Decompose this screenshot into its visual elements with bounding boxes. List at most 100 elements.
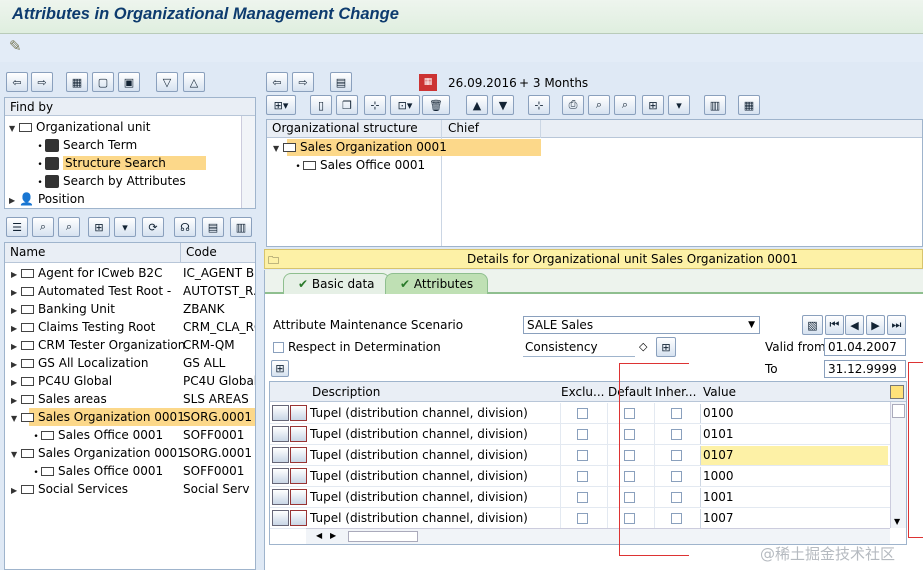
print-icon[interactable]: ⎙ (562, 95, 584, 115)
hitlist-row[interactable]: ▶ Agent for ICweb B2C (11, 264, 162, 282)
attribute-value-field[interactable]: 0107 (700, 446, 888, 465)
hitlist-row[interactable]: ▶ CRM Tester Organization (11, 336, 185, 354)
default-checkbox[interactable] (624, 429, 635, 440)
horizontal-scrollbar[interactable]: ◀ ▶ (306, 528, 890, 544)
move-down-icon[interactable]: ▼ (492, 95, 514, 115)
inherited-checkbox[interactable] (671, 471, 682, 482)
structure-row[interactable]: ▼ Sales Organization 0001 (273, 138, 447, 156)
scenario-select[interactable]: SALE Sales ▼ (523, 316, 760, 334)
column-settings-icon[interactable] (890, 385, 904, 399)
new-document-icon[interactable]: ▯ (310, 95, 332, 115)
delete-row-button[interactable] (290, 489, 307, 505)
hierarchy-icon[interactable]: ⊹ (364, 95, 386, 115)
exclusive-checkbox[interactable] (577, 513, 588, 524)
col-name-header[interactable]: Name (10, 245, 45, 259)
assign-menu-icon[interactable]: ⊡▾ (390, 95, 420, 115)
back-arrow-icon[interactable]: ⇦ (6, 72, 28, 92)
col-chief[interactable]: Chief (448, 121, 479, 135)
structure-row[interactable]: • Sales Office 0001 (293, 156, 425, 174)
col-code-header[interactable]: Code (186, 245, 217, 259)
add-row-button[interactable] (272, 447, 289, 463)
expand-down-icon[interactable]: ▼ (9, 120, 19, 138)
forward-arrow-icon[interactable]: ⇨ (31, 72, 53, 92)
delete-row-button[interactable] (290, 447, 307, 463)
expand-right-icon[interactable]: ▶ (9, 192, 19, 210)
exclusive-checkbox[interactable] (577, 492, 588, 503)
vertical-scrollbar[interactable]: ▼ (890, 402, 906, 528)
inherited-checkbox[interactable] (671, 408, 682, 419)
col-description[interactable]: Description (312, 385, 380, 399)
expand-right-icon[interactable]: ▶ (11, 482, 21, 500)
insert-row-icon[interactable]: ⊞ (642, 95, 664, 115)
filter-icon[interactable]: ▾ (114, 217, 136, 237)
hitlist-row[interactable]: ▶ Automated Test Root - (11, 282, 171, 300)
copy-icon[interactable]: ❐ (336, 95, 358, 115)
col-org-structure[interactable]: Organizational structure (272, 121, 418, 135)
grid-icon[interactable]: ▦ (66, 72, 88, 92)
structure-icon[interactable]: ⊹ (528, 95, 550, 115)
print-list-icon[interactable]: ▤ (202, 217, 224, 237)
overview-icon[interactable]: ▤ (330, 72, 352, 92)
expand-down-icon[interactable]: ▼ (11, 446, 21, 464)
find-next-icon[interactable]: ⌕ (58, 217, 80, 237)
attribute-value-field[interactable]: 0101 (700, 425, 888, 444)
delete-row-button[interactable] (290, 468, 307, 484)
display-icon[interactable]: ▧ (802, 315, 823, 335)
exclusive-checkbox[interactable] (577, 471, 588, 482)
col-default[interactable]: Default (608, 385, 652, 399)
calendar-icon[interactable]: ▦ (419, 74, 437, 91)
hitlist-row[interactable]: ▶ PC4U Global (11, 372, 112, 390)
default-checkbox[interactable] (624, 492, 635, 503)
insert-line-icon[interactable]: ⊞ (271, 360, 289, 377)
expand-down-icon[interactable]: ▼ (11, 410, 21, 428)
exclusive-checkbox[interactable] (577, 450, 588, 461)
respect-checkbox[interactable] (273, 342, 284, 353)
last-page-icon[interactable]: ⏭ (887, 315, 906, 335)
hitlist-row[interactable]: ▼ Sales Organization 0001 (11, 408, 185, 426)
find-by-item[interactable]: • Structure Search (35, 154, 206, 172)
col-exclusive[interactable]: Exclu... (561, 385, 604, 399)
refresh-icon[interactable]: ⟳ (142, 217, 164, 237)
prev-page-icon[interactable]: ◀ (845, 315, 864, 335)
inherited-checkbox[interactable] (671, 429, 682, 440)
col-inherited[interactable]: Inher... (655, 385, 696, 399)
create-menu-icon[interactable]: ⊞▾ (266, 95, 296, 115)
default-checkbox[interactable] (624, 450, 635, 461)
tab-basic-data[interactable]: ✔ Basic data (283, 273, 390, 294)
hitlist-row[interactable]: • Sales Office 0001 (31, 426, 163, 444)
exclusive-checkbox[interactable] (577, 429, 588, 440)
attribute-value-field[interactable]: 1007 (700, 509, 888, 528)
exclusive-checkbox[interactable] (577, 408, 588, 419)
move-up-icon[interactable]: ▲ (466, 95, 488, 115)
next-page-icon[interactable]: ▶ (866, 315, 885, 335)
hitlist-row[interactable]: ▶ Sales areas (11, 390, 107, 408)
consistency-check-icon[interactable]: ⊞ (656, 337, 676, 357)
delete-menu-icon[interactable]: 🗑 (422, 95, 450, 115)
scroll-down-icon[interactable]: ▽ (156, 72, 178, 92)
hitlist-row[interactable]: • Sales Office 0001 (31, 462, 163, 480)
hitlist-row[interactable]: ▼ Sales Organization 0001 (11, 444, 185, 462)
default-checkbox[interactable] (624, 471, 635, 482)
hitlist-row[interactable]: ▶ Social Services (11, 480, 128, 498)
delete-row-button[interactable] (290, 510, 307, 526)
insert-icon[interactable]: ⊞ (88, 217, 110, 237)
inherited-checkbox[interactable] (671, 492, 682, 503)
scroll-up-icon[interactable]: △ (183, 72, 205, 92)
find-by-item[interactable]: • Search Term (35, 136, 137, 154)
collapse-icon[interactable]: ▢ (92, 72, 114, 92)
tab-attributes[interactable]: ✔ Attributes (385, 273, 489, 294)
find-by-item[interactable]: ▶ 👤 Position (9, 190, 85, 208)
col-value[interactable]: Value (703, 385, 736, 399)
binoculars-icon[interactable]: ⌕ (32, 217, 54, 237)
expand-down-icon[interactable]: ▼ (273, 140, 283, 158)
spreadsheet-icon[interactable]: ▦ (738, 95, 760, 115)
attribute-value-field[interactable]: 0100 (700, 404, 888, 423)
pen-icon[interactable]: ✎ (9, 37, 22, 55)
delete-row-button[interactable] (290, 405, 307, 421)
add-row-button[interactable] (272, 489, 289, 505)
attribute-value-field[interactable]: 1001 (700, 488, 888, 507)
inherited-checkbox[interactable] (671, 450, 682, 461)
delete-row-button[interactable] (290, 426, 307, 442)
find-by-scrollbar[interactable] (241, 116, 255, 208)
hitlist-row[interactable]: ▶ GS All Localization (11, 354, 149, 372)
